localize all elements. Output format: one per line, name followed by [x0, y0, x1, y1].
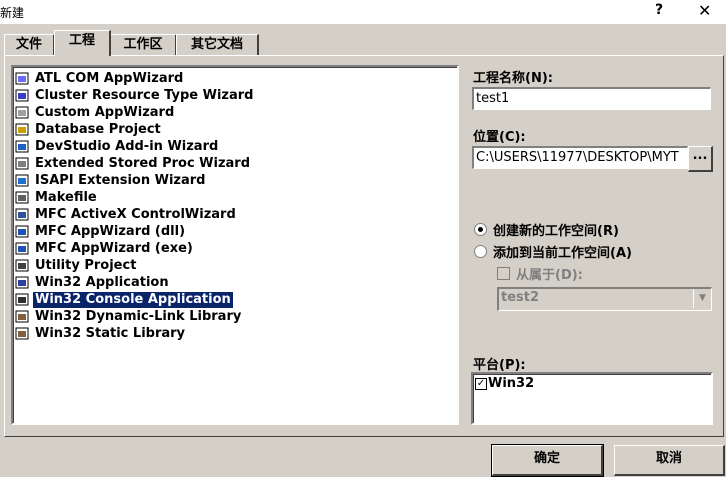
atl-com-icon	[15, 71, 30, 86]
project-type-label: MFC AppWizard (exe)	[35, 240, 193, 256]
browse-button[interactable]: ...	[688, 146, 713, 172]
project-type-item[interactable]: DevStudio Add-in Wizard	[15, 138, 220, 155]
utility-icon	[15, 258, 30, 273]
stored-proc-icon	[15, 156, 30, 171]
platform-label: 平台(P):	[473, 358, 526, 373]
project-type-label: Database Project	[35, 121, 161, 137]
mfc-exe-icon	[15, 241, 30, 256]
project-type-item[interactable]: Win32 Dynamic-Link Library	[15, 308, 243, 325]
tab-files[interactable]: 文件	[4, 34, 55, 55]
dependency-value: test2	[501, 290, 540, 305]
project-type-item[interactable]: Custom AppWizard	[15, 104, 176, 121]
mfc-dll-icon	[15, 224, 30, 239]
platform-item-label: Win32	[488, 376, 535, 391]
add-to-workspace-option[interactable]: 添加到当前工作空间(A)	[474, 242, 632, 261]
console-icon	[15, 292, 30, 307]
static-lib-icon	[15, 326, 30, 341]
addin-icon	[15, 139, 30, 154]
win32-app-icon	[15, 275, 30, 290]
project-type-item[interactable]: Win32 Application	[15, 274, 171, 291]
project-type-item[interactable]: Win32 Console Application	[15, 291, 233, 308]
tab-projects[interactable]: 工程	[54, 30, 111, 56]
dependency-option[interactable]: 从属于(D):	[497, 264, 583, 283]
project-type-item[interactable]: ATL COM AppWizard	[15, 70, 185, 87]
activex-icon	[15, 207, 30, 222]
create-new-workspace-label: 创建新的工作空间(R)	[493, 224, 619, 239]
project-type-label: ISAPI Extension Wizard	[35, 172, 206, 188]
location-input[interactable]: C:\USERS\11977\DESKTOP\MYT	[472, 146, 688, 169]
project-type-label: Win32 Console Application	[33, 291, 233, 308]
close-button[interactable]: ✕	[698, 1, 711, 20]
tab-other-documents[interactable]: 其它文档	[176, 34, 259, 55]
project-type-label: Utility Project	[35, 257, 137, 273]
window-title: 新建	[0, 6, 25, 20]
project-type-label: Win32 Static Library	[35, 325, 186, 341]
checkmark-icon[interactable]: ✓	[475, 377, 487, 390]
project-type-label: Cluster Resource Type Wizard	[35, 87, 254, 103]
project-type-item[interactable]: Win32 Static Library	[15, 325, 187, 342]
radio-selected-icon[interactable]	[474, 223, 487, 236]
project-type-label: Makefile	[35, 189, 97, 205]
project-type-item[interactable]: ISAPI Extension Wizard	[15, 172, 207, 189]
project-name-input[interactable]: test1	[472, 87, 711, 110]
project-type-label: Win32 Application	[35, 274, 169, 290]
project-type-item[interactable]: Database Project	[15, 121, 163, 138]
project-type-item[interactable]: Utility Project	[15, 257, 138, 274]
ok-button[interactable]: 确定	[491, 444, 604, 477]
tab-workspaces[interactable]: 工作区	[110, 34, 177, 55]
custom-wizard-icon	[15, 105, 30, 120]
project-type-label: Custom AppWizard	[35, 104, 175, 120]
project-type-item[interactable]: Makefile	[15, 189, 99, 206]
makefile-icon	[15, 190, 30, 205]
project-type-label: ATL COM AppWizard	[35, 70, 184, 86]
create-new-workspace-option[interactable]: 创建新的工作空间(R)	[474, 220, 619, 239]
dependency-label: 从属于(D):	[516, 268, 583, 283]
add-to-workspace-label: 添加到当前工作空间(A)	[493, 246, 632, 261]
chevron-down-icon[interactable]: ▼	[693, 289, 711, 308]
platform-item[interactable]: ✓ Win32	[475, 376, 534, 391]
dependency-select[interactable]: test2 ▼	[497, 287, 712, 311]
dll-icon	[15, 309, 30, 324]
project-type-label: MFC AppWizard (dll)	[35, 223, 186, 239]
project-type-label: Win32 Dynamic-Link Library	[35, 308, 242, 324]
project-type-label: Extended Stored Proc Wizard	[35, 155, 251, 171]
project-type-item[interactable]: MFC AppWizard (dll)	[15, 223, 187, 240]
platform-list[interactable]: ✓ Win32	[471, 372, 713, 425]
title-bar: 新建 ? ✕	[0, 0, 726, 24]
isapi-globe-icon	[15, 173, 30, 188]
project-type-label: MFC ActiveX ControlWizard	[35, 206, 236, 222]
new-dialog: 新建 ? ✕ 文件 工程 工作区 其它文档 ATL COM AppWizard C…	[0, 0, 726, 477]
database-icon	[15, 122, 30, 137]
project-type-item[interactable]: Cluster Resource Type Wizard	[15, 87, 255, 104]
cluster-icon	[15, 88, 30, 103]
project-name-label: 工程名称(N):	[473, 71, 553, 86]
checkbox-icon[interactable]	[497, 267, 510, 280]
project-type-item[interactable]: MFC ActiveX ControlWizard	[15, 206, 238, 223]
project-type-label: DevStudio Add-in Wizard	[35, 138, 219, 154]
location-label: 位置(C):	[473, 130, 526, 145]
project-type-list[interactable]: ATL COM AppWizard Cluster Resource Type W…	[11, 65, 459, 425]
project-type-item[interactable]: Extended Stored Proc Wizard	[15, 155, 252, 172]
project-type-item[interactable]: MFC AppWizard (exe)	[15, 240, 195, 257]
help-button[interactable]: ?	[655, 2, 663, 18]
cancel-button[interactable]: 取消	[614, 445, 725, 476]
radio-unselected-icon[interactable]	[474, 245, 487, 258]
